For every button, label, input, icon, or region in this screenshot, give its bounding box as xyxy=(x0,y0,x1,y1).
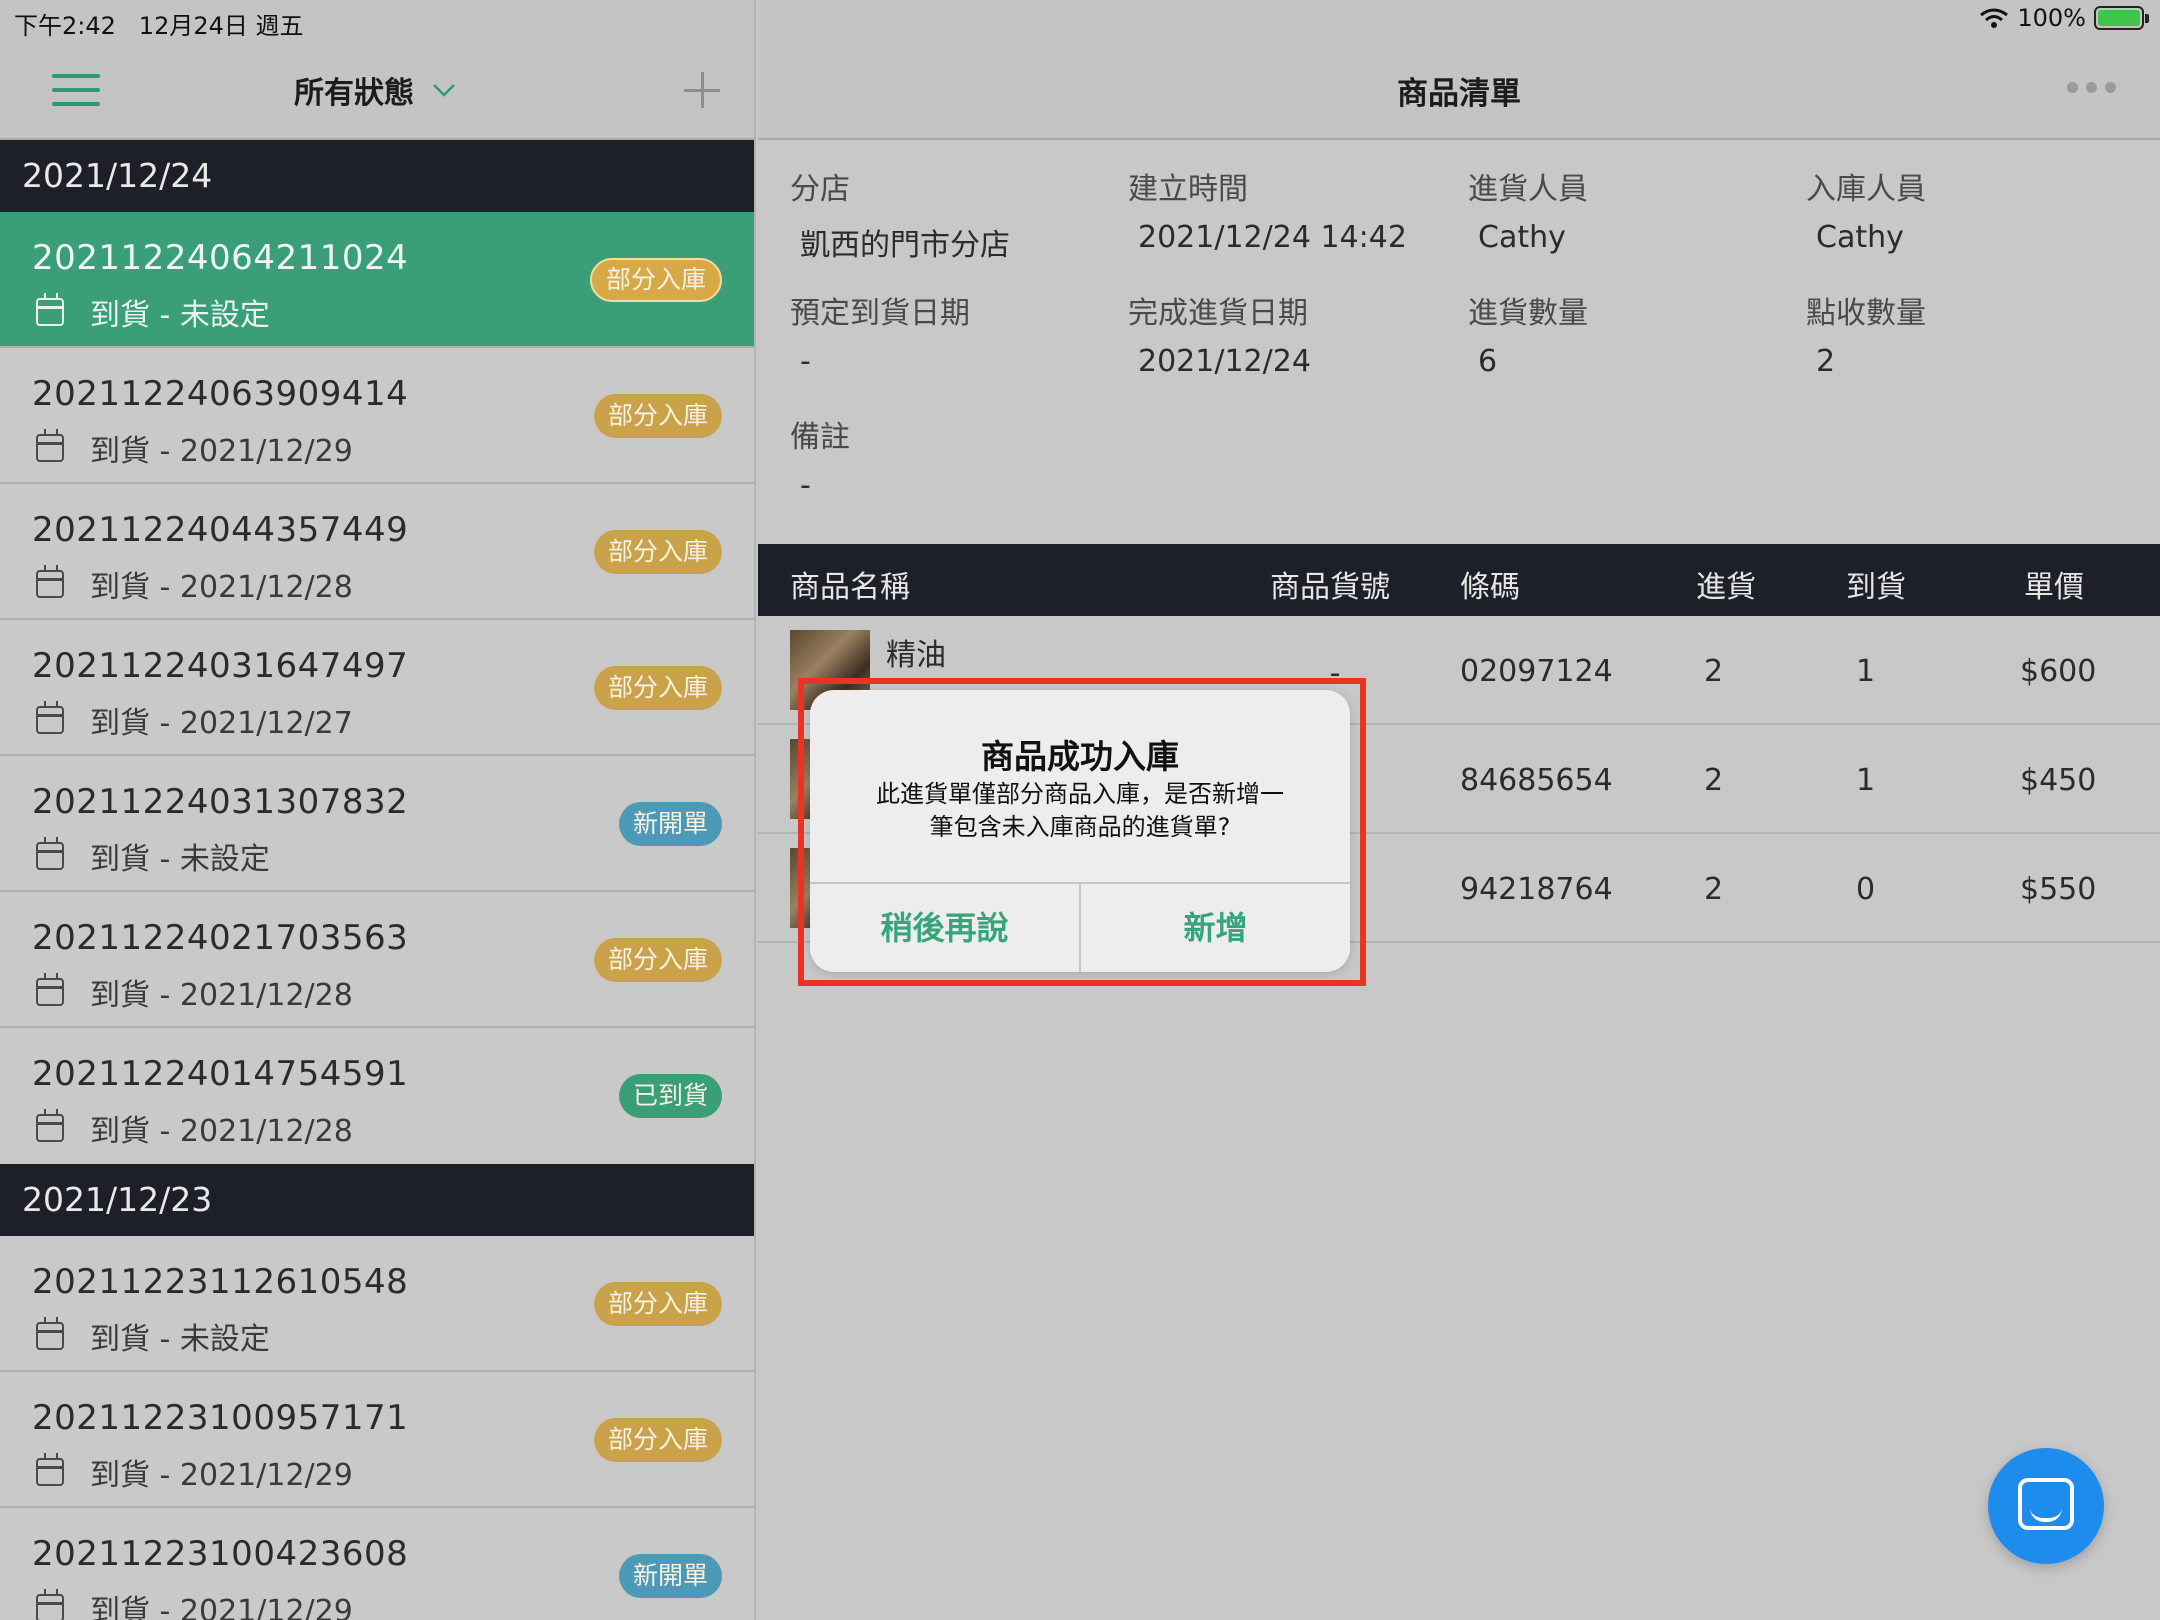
chat-button[interactable] xyxy=(1988,1448,2104,1564)
status-time-text: 下午2:42 xyxy=(14,12,116,40)
status-right: 100% xyxy=(1979,4,2149,32)
status-time: 下午2:42 12月24日 週五 xyxy=(14,6,304,41)
status-date-text: 12月24日 週五 xyxy=(138,12,304,40)
chat-icon xyxy=(2018,1478,2074,1530)
highlight-box xyxy=(798,678,1366,986)
battery-icon xyxy=(2094,6,2149,30)
battery-percent: 100% xyxy=(2017,4,2086,32)
dialog-overlay: 商品成功入庫 此進貨單僅部分商品入庫，是否新增一 筆包含未入庫商品的進貨單? 稍… xyxy=(0,0,2160,1620)
status-bar: 下午2:42 12月24日 週五 100% xyxy=(0,0,2160,41)
wifi-icon xyxy=(1980,8,2009,28)
